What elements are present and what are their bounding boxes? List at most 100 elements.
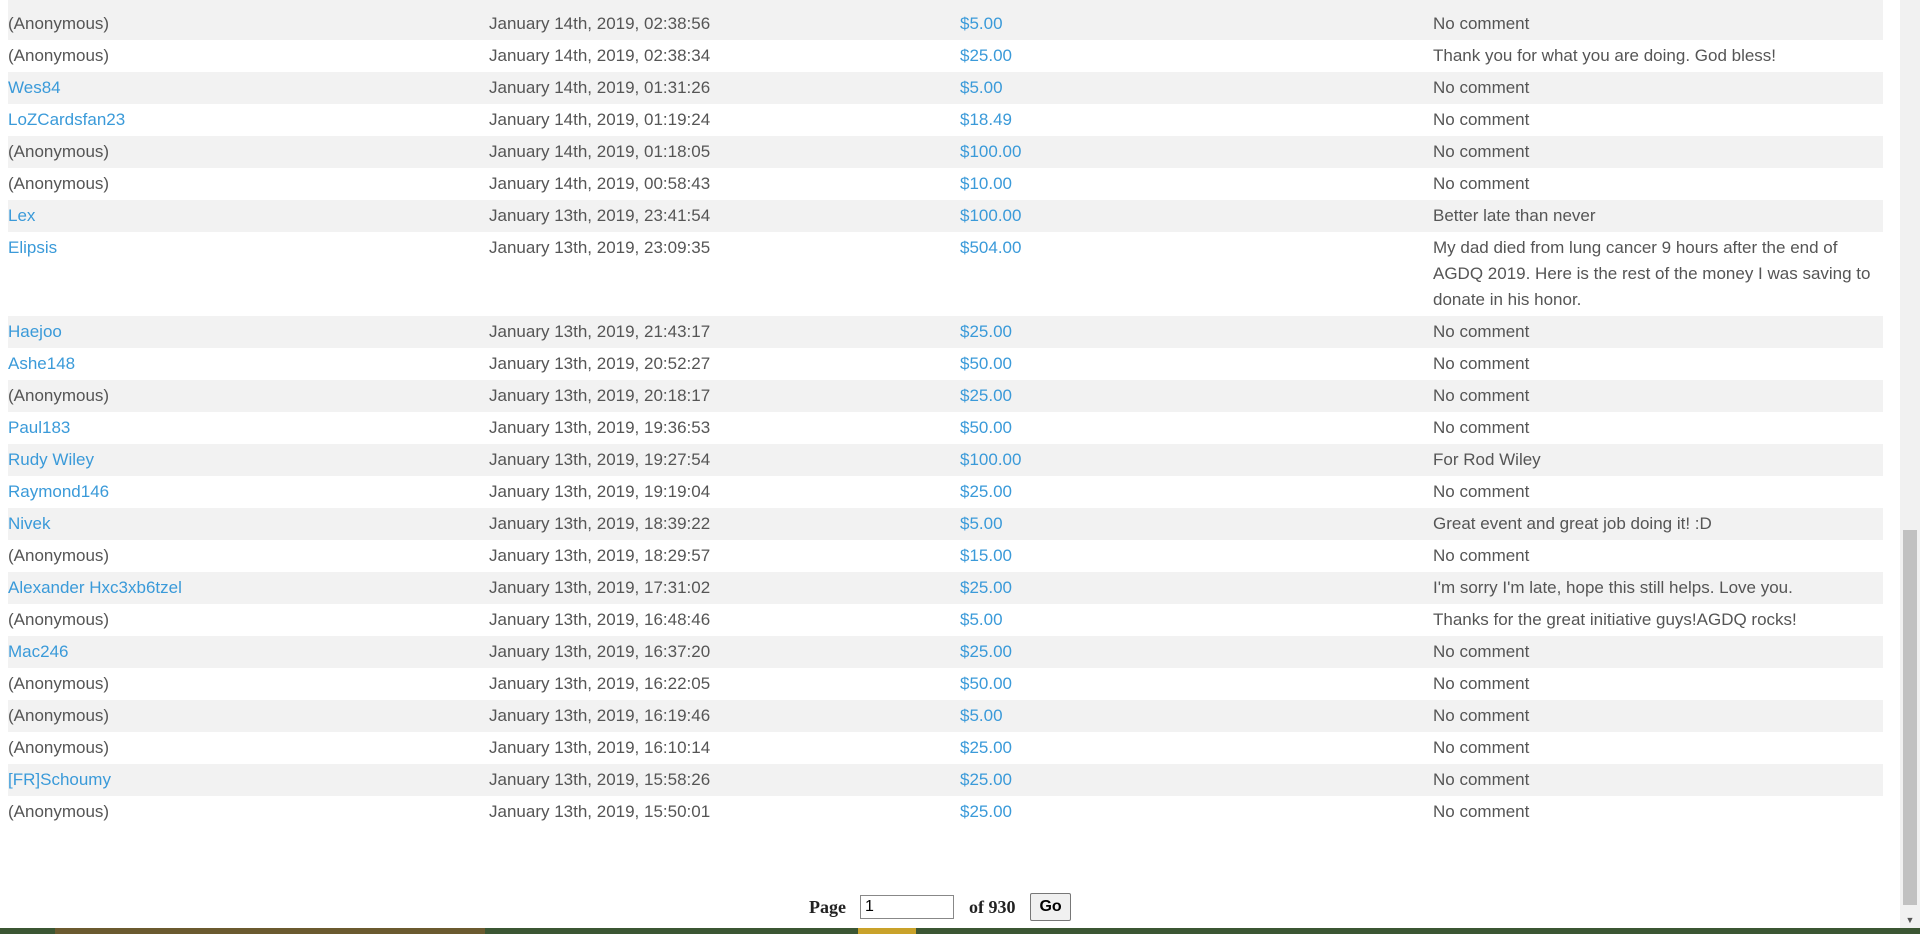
donor-name-anonymous-cell: (Anonymous) [8, 136, 489, 168]
donation-comment: Great event and great job doing it! :D [1433, 514, 1712, 533]
taskbar-item[interactable] [55, 928, 485, 934]
donation-amount-link[interactable]: $100.00 [960, 206, 1021, 225]
donor-name-link[interactable]: Raymond146 [8, 482, 109, 501]
donation-amount-link[interactable]: $15.00 [960, 546, 1012, 565]
donor-name-cell: Alexander Hxc3xb6tzel [8, 572, 489, 604]
donation-time: January 13th, 2019, 15:50:01 [489, 802, 711, 821]
donor-name-cell: LoZCardsfan23 [8, 104, 489, 136]
partially-visible-row [8, 0, 1883, 8]
donation-time: January 13th, 2019, 20:52:27 [489, 354, 711, 373]
donation-comment: Thanks for the great initiative guys!AGD… [1433, 610, 1797, 629]
donation-time-cell: January 14th, 2019, 02:38:56 [489, 8, 960, 40]
donation-amount-link[interactable]: $5.00 [960, 706, 1003, 725]
donation-amount-link[interactable]: $25.00 [960, 322, 1012, 341]
donation-amount-link[interactable]: $25.00 [960, 738, 1012, 757]
donation-row: Ashe148 January 13th, 2019, 20:52:27 $50.0… [8, 348, 1883, 380]
donation-row: (Anonymous) January 14th, 2019, 01:18:05 $… [8, 136, 1883, 168]
donor-name-link[interactable]: LoZCardsfan23 [8, 110, 125, 129]
donor-name-link[interactable]: Wes84 [8, 78, 61, 97]
donation-comment-cell: Thanks for the great initiative guys!AGD… [1433, 604, 1883, 636]
donor-name-cell: Paul183 [8, 412, 489, 444]
donation-time-cell: January 13th, 2019, 16:19:46 [489, 700, 960, 732]
donor-name-anonymous-cell: (Anonymous) [8, 604, 489, 636]
donation-amount-link[interactable]: $18.49 [960, 110, 1012, 129]
donor-name-link[interactable]: Elipsis [8, 238, 57, 257]
donation-amount-link[interactable]: $504.00 [960, 238, 1021, 257]
donation-row: (Anonymous) January 13th, 2019, 18:29:57 $… [8, 540, 1883, 572]
donor-name-cell: Raymond146 [8, 476, 489, 508]
donation-row: Elipsis January 13th, 2019, 23:09:35 $504.… [8, 232, 1883, 316]
donation-time: January 14th, 2019, 02:38:56 [489, 14, 711, 33]
donor-name-anonymous: (Anonymous) [8, 14, 110, 33]
donor-name-link[interactable]: Alexander Hxc3xb6tzel [8, 578, 182, 597]
donation-time-cell: January 14th, 2019, 01:31:26 [489, 72, 960, 104]
page-number-input[interactable] [859, 895, 954, 919]
donation-amount-link[interactable]: $25.00 [960, 386, 1012, 405]
donor-name-link[interactable]: Ashe148 [8, 354, 75, 373]
donation-row: Mac246 January 13th, 2019, 16:37:20 $25.00… [8, 636, 1883, 668]
donation-comment-cell: No comment [1433, 8, 1883, 40]
donation-comment-cell: No comment [1433, 380, 1883, 412]
donation-amount-cell: $5.00 [960, 604, 1433, 636]
donation-amount-link[interactable]: $5.00 [960, 610, 1003, 629]
donation-comment: No comment [1433, 14, 1530, 33]
donation-comment-cell: No comment [1433, 72, 1883, 104]
donation-amount-link[interactable]: $25.00 [960, 578, 1012, 597]
donor-name-link[interactable]: Nivek [8, 514, 51, 533]
donation-amount-link[interactable]: $100.00 [960, 142, 1021, 161]
donation-row: (Anonymous) January 13th, 2019, 20:18:17 $… [8, 380, 1883, 412]
donation-amount-link[interactable]: $50.00 [960, 418, 1012, 437]
donor-name-anonymous-cell: (Anonymous) [8, 540, 489, 572]
donation-amount-link[interactable]: $25.00 [960, 482, 1012, 501]
donation-time-cell: January 14th, 2019, 01:18:05 [489, 136, 960, 168]
taskbar-item-active[interactable] [858, 928, 916, 934]
donation-comment: No comment [1433, 482, 1530, 501]
donation-amount-link[interactable]: $5.00 [960, 14, 1003, 33]
donation-time-cell: January 13th, 2019, 23:09:35 [489, 232, 960, 316]
donor-name-link[interactable]: [FR]Schoumy [8, 770, 111, 789]
donation-amount-link[interactable]: $10.00 [960, 174, 1012, 193]
donation-amount-link[interactable]: $25.00 [960, 642, 1012, 661]
donor-name-link[interactable]: Rudy Wiley [8, 450, 94, 469]
donation-time: January 13th, 2019, 18:29:57 [489, 546, 711, 565]
donation-time-cell: January 13th, 2019, 20:18:17 [489, 380, 960, 412]
donation-amount-link[interactable]: $25.00 [960, 802, 1012, 821]
donation-amount-cell: $50.00 [960, 668, 1433, 700]
donation-time: January 13th, 2019, 15:58:26 [489, 770, 711, 789]
donation-time-cell: January 13th, 2019, 16:22:05 [489, 668, 960, 700]
scroll-down-arrow-icon[interactable]: ▼ [1900, 910, 1920, 930]
donation-row: Lex January 13th, 2019, 23:41:54 $100.00 Be… [8, 200, 1883, 232]
donor-name-link[interactable]: Paul183 [8, 418, 70, 437]
donation-amount-cell: $25.00 [960, 40, 1433, 72]
donor-name-anonymous: (Anonymous) [8, 174, 110, 193]
donation-amount-link[interactable]: $5.00 [960, 78, 1003, 97]
donation-time-cell: January 13th, 2019, 16:10:14 [489, 732, 960, 764]
donation-comment: No comment [1433, 738, 1530, 757]
donation-time-cell: January 13th, 2019, 23:41:54 [489, 200, 960, 232]
donation-time-cell: January 13th, 2019, 18:29:57 [489, 540, 960, 572]
scrollbar-thumb[interactable] [1903, 530, 1917, 905]
donation-comment: My dad died from lung cancer 9 hours aft… [1433, 238, 1871, 309]
donation-time: January 13th, 2019, 23:09:35 [489, 238, 711, 257]
donation-amount-link[interactable]: $50.00 [960, 354, 1012, 373]
donor-name-link[interactable]: Haejoo [8, 322, 62, 341]
donation-amount-link[interactable]: $25.00 [960, 770, 1012, 789]
donation-amount-link[interactable]: $25.00 [960, 46, 1012, 65]
donation-comment-cell: No comment [1433, 540, 1883, 572]
donor-name-anonymous-cell: (Anonymous) [8, 380, 489, 412]
donation-comment-cell: No comment [1433, 700, 1883, 732]
donation-time: January 13th, 2019, 16:19:46 [489, 706, 711, 725]
donor-name-link[interactable]: Mac246 [8, 642, 68, 661]
donation-amount-link[interactable]: $5.00 [960, 514, 1003, 533]
donation-comment-cell: No comment [1433, 168, 1883, 200]
go-button[interactable]: Go [1030, 893, 1071, 921]
donor-name-cell: Elipsis [8, 232, 489, 316]
donation-comment-cell: No comment [1433, 796, 1883, 828]
donation-amount-cell: $18.49 [960, 104, 1433, 136]
donor-name-link[interactable]: Lex [8, 206, 35, 225]
vertical-scrollbar[interactable]: ▼ [1900, 0, 1920, 930]
donation-amount-cell: $5.00 [960, 8, 1433, 40]
donor-name-anonymous: (Anonymous) [8, 674, 110, 693]
donation-amount-link[interactable]: $100.00 [960, 450, 1021, 469]
donation-amount-link[interactable]: $50.00 [960, 674, 1012, 693]
